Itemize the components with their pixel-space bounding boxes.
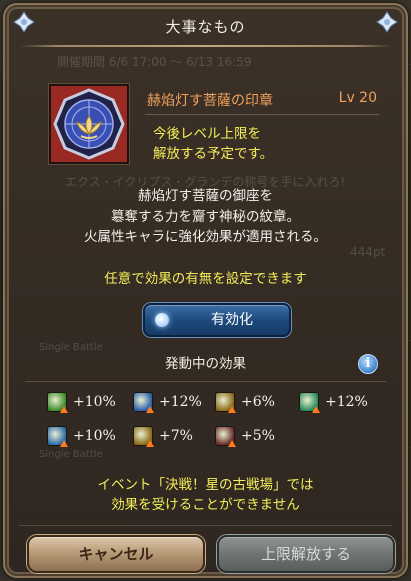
- ghost-event-period: 開催期間 6/6 17:00 ～ 6/13 16:59: [57, 55, 252, 69]
- unlock-limit-button[interactable]: 上限解放する: [217, 535, 395, 573]
- effect-value: +12%: [159, 394, 202, 410]
- item-level: Lv 20: [338, 90, 377, 106]
- effect-value: +12%: [325, 394, 368, 410]
- active-effects-header: 発動中の効果 i: [25, 353, 386, 377]
- item-note: 今後レベル上限を 解放する予定です。: [153, 124, 333, 164]
- effect-value: +6%: [241, 394, 275, 410]
- effects-divider: [25, 381, 386, 382]
- toggle-indicator-icon: [155, 313, 169, 327]
- cancel-button[interactable]: キャンセル: [27, 535, 205, 573]
- double-attack-up-icon: [215, 392, 236, 413]
- effect-value: +5%: [241, 428, 275, 444]
- effect-value: +10%: [73, 428, 116, 444]
- effect-item: +12%: [133, 391, 202, 413]
- hp-up-icon: [299, 392, 320, 413]
- info-icon[interactable]: i: [358, 354, 378, 374]
- effect-value: +7%: [159, 428, 193, 444]
- item-summary: 赫焰灯す菩薩の印章 Lv 20 今後レベル上限を 解放する予定です。: [49, 84, 379, 170]
- description-line3: 火属性キャラに強化効果が適用される。: [84, 229, 327, 245]
- attack-up-icon: [47, 392, 68, 413]
- item-description: 赫焰灯す菩薩の御座を 簒奪する力を齎す神秘の紋章。 火属性キャラに強化効果が適用…: [25, 186, 386, 248]
- warning-line2: 効果を受けることができません: [111, 497, 300, 513]
- title-divider: [19, 45, 392, 47]
- item-divider: [145, 114, 379, 115]
- toggle-label: 有効化: [211, 312, 253, 328]
- effect-item: +7%: [133, 425, 193, 447]
- warning-line1: イベント「決戦！星の古戦場」では: [97, 477, 314, 493]
- optional-setting-text: 任意で効果の有無を設定できます: [104, 271, 307, 287]
- item-name: 赫焰灯す菩薩の印章: [147, 93, 273, 109]
- critical-up-icon: [215, 426, 236, 447]
- charge-bar-up-icon: [47, 426, 68, 447]
- ghost-single-battle: Single Battle: [39, 342, 103, 353]
- warning-text: イベント「決戦！星の古戦場」では 効果を受けることができません: [25, 475, 386, 515]
- triple-attack-up-icon: [133, 426, 154, 447]
- effect-item: +5%: [215, 425, 275, 447]
- active-effects-title: 発動中の効果: [165, 356, 246, 372]
- ghost-single-battle-2: Single Battle: [39, 449, 103, 460]
- enable-toggle-button[interactable]: 有効化: [143, 303, 291, 337]
- key-item-dialog: 大事なもの 開催期間 6/6 17:00 ～ 6/13 16:59 エクス・イク…: [3, 3, 408, 578]
- corner-ornament-icon: [376, 11, 398, 33]
- effect-item: +6%: [215, 391, 275, 413]
- description-line2: 簒奪する力を齎す神秘の紋章。: [111, 208, 300, 225]
- item-note-line2: 解放する予定です。: [153, 146, 274, 162]
- item-note-line1: 今後レベル上限を: [153, 126, 261, 142]
- defense-up-icon: [133, 392, 154, 413]
- footer-divider: [19, 525, 392, 526]
- description-line1: 赫焰灯す菩薩の御座を: [138, 188, 273, 204]
- effect-value: +10%: [73, 394, 116, 410]
- effect-item: +10%: [47, 391, 116, 413]
- lotus-seal-icon: [49, 84, 129, 164]
- effect-item: +10%: [47, 425, 116, 447]
- dialog-title: 大事なもの: [165, 18, 246, 36]
- effect-item: +12%: [299, 391, 368, 413]
- corner-ornament-icon: [13, 11, 35, 33]
